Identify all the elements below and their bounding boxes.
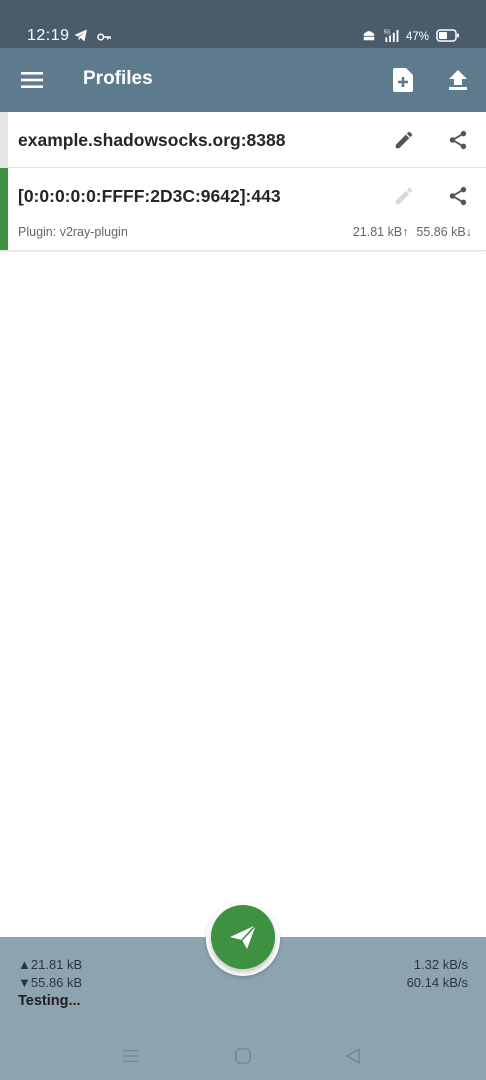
plugin-label: Plugin: v2ray-plugin <box>18 225 128 239</box>
profile-card-selected[interactable]: [0:0:0:0:0:FFFF:2D3C:9642]:443 Plugin: v… <box>0 168 486 251</box>
status-left-icons <box>74 29 112 47</box>
profile-traffic: 21.81 kB↑ 55.86 kB↓ <box>353 225 472 239</box>
key-icon <box>97 29 112 47</box>
upload-icon <box>449 70 467 90</box>
back-icon <box>346 1048 360 1064</box>
profile-download: 55.86 kB↓ <box>416 225 472 239</box>
profile-upload: 21.81 kB↑ <box>352 225 409 239</box>
signal-icon: 5G <box>383 29 399 45</box>
status-bar: 12:19 5G 47% <box>0 0 486 48</box>
system-nav-bar <box>0 1036 486 1076</box>
status-right: 5G 47% <box>362 28 460 45</box>
total-download: ▼55.86 kB <box>18 975 83 990</box>
app-bar: Profiles <box>0 48 486 112</box>
nav-recents-button[interactable] <box>119 1044 143 1068</box>
home-icon <box>235 1048 251 1064</box>
battery-icon <box>436 28 460 45</box>
share-button[interactable] <box>444 182 472 210</box>
telegram-icon <box>74 29 88 47</box>
edit-button[interactable] <box>390 126 418 154</box>
status-time: 12:19 <box>27 27 70 44</box>
download-speed: 60.14 kB/s <box>406 975 468 990</box>
edit-button[interactable] <box>390 182 418 210</box>
menu-button[interactable] <box>18 66 46 94</box>
page-title: Profiles <box>83 68 153 89</box>
edit-icon <box>395 187 413 205</box>
profile-name: example.shadowsocks.org:8388 <box>18 130 286 150</box>
network-label: 5G <box>384 29 391 35</box>
menu-icon <box>21 72 43 88</box>
battery-percent: 47% <box>405 30 429 43</box>
share-icon <box>449 186 467 206</box>
nav-home-button[interactable] <box>231 1044 255 1068</box>
profile-card[interactable]: example.shadowsocks.org:8388 <box>0 112 486 168</box>
add-profile-button[interactable] <box>388 65 418 95</box>
vpn-icon <box>362 28 376 45</box>
connection-status[interactable]: Testing... <box>18 993 81 1009</box>
upload-speed: 1.32 kB/s <box>413 957 468 972</box>
total-upload: ▲21.81 kB <box>18 957 83 972</box>
nav-back-button[interactable] <box>341 1044 365 1068</box>
profile-accent-bar <box>0 112 8 167</box>
recents-icon <box>123 1050 139 1062</box>
import-button[interactable] <box>443 65 473 95</box>
profile-name: [0:0:0:0:0:FFFF:2D3C:9642]:443 <box>18 186 281 206</box>
add-file-icon <box>393 68 413 92</box>
paper-plane-icon <box>230 925 256 949</box>
share-icon <box>449 130 467 150</box>
share-button[interactable] <box>444 126 472 154</box>
profile-accent-bar <box>0 168 8 250</box>
connect-button[interactable] <box>211 905 275 969</box>
edit-icon <box>395 131 413 149</box>
